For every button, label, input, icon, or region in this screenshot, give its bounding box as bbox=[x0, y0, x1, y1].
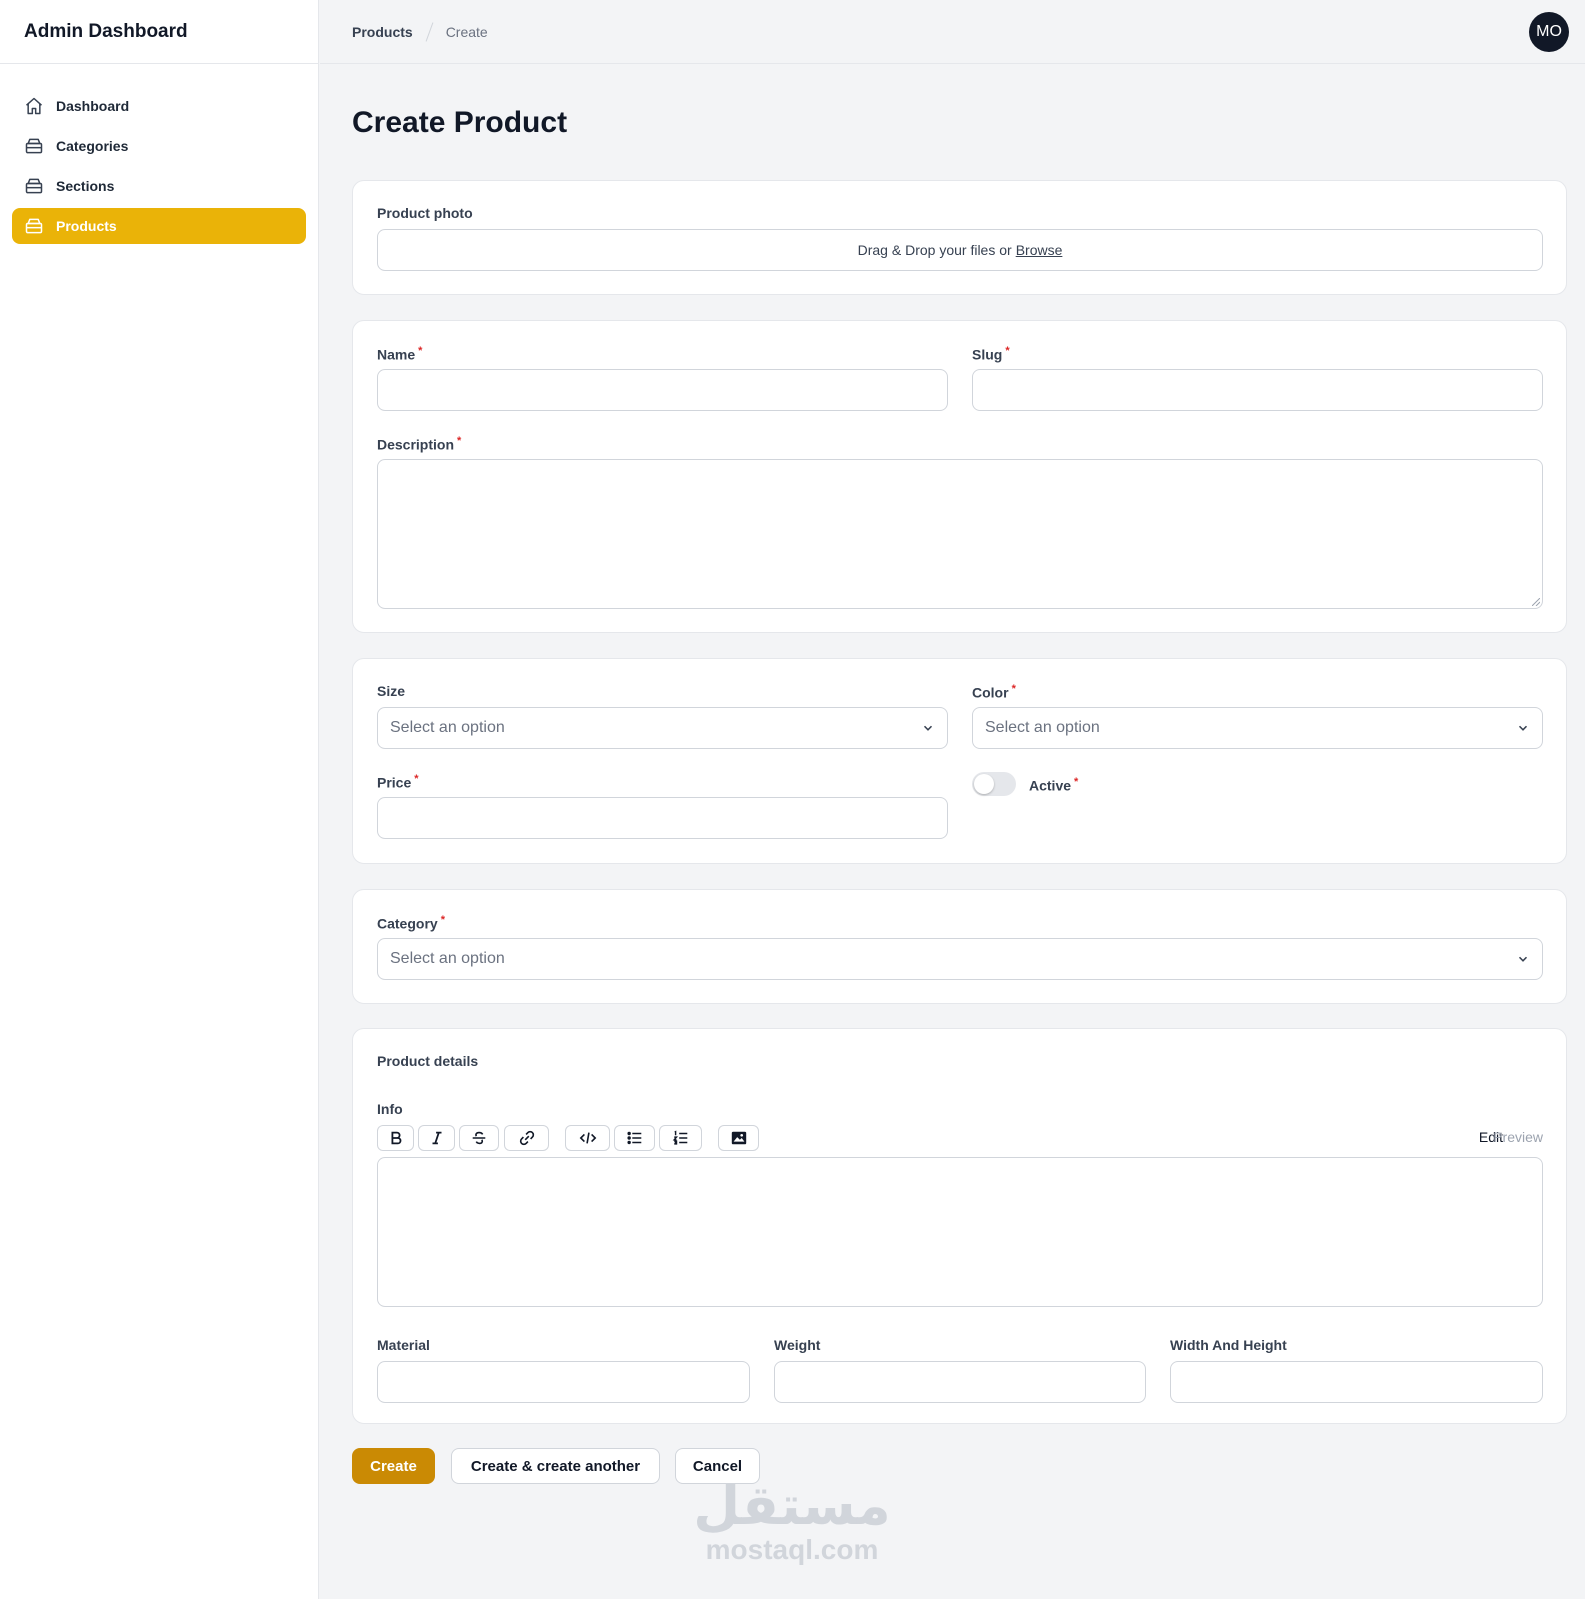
slug-label: Slug * bbox=[972, 345, 1010, 363]
form-actions: Create Create & create another Cancel bbox=[352, 1448, 1567, 1484]
material-label: Material bbox=[377, 1337, 430, 1353]
sidebar-item-dashboard[interactable]: Dashboard bbox=[12, 88, 306, 124]
breadcrumb: Products Create bbox=[352, 21, 488, 42]
basic-info-card: Name * Slug * Description * bbox=[352, 320, 1567, 633]
link-icon bbox=[519, 1130, 534, 1146]
size-select[interactable]: Select an option bbox=[377, 707, 948, 749]
name-input[interactable] bbox=[377, 369, 948, 411]
info-editor[interactable] bbox=[377, 1157, 1543, 1307]
dropzone-text: Drag & Drop your files or bbox=[857, 242, 1012, 258]
attributes-card: Size Select an option Color * Select an o… bbox=[352, 658, 1567, 864]
breadcrumb-products[interactable]: Products bbox=[352, 24, 413, 40]
product-details-card: Product details Info Edit Preview Materi… bbox=[352, 1028, 1567, 1424]
sidebar-item-label: Sections bbox=[56, 178, 115, 194]
category-label: Category * bbox=[377, 914, 445, 932]
sidebar-item-label: Products bbox=[56, 218, 117, 234]
width-height-label: Width And Height bbox=[1170, 1337, 1287, 1353]
bold-button[interactable] bbox=[377, 1125, 414, 1151]
ordered-list-icon bbox=[672, 1130, 687, 1145]
category-card: Category * Select an option bbox=[352, 889, 1567, 1004]
archive-box-icon bbox=[25, 178, 43, 194]
width-height-input[interactable] bbox=[1170, 1361, 1543, 1403]
breadcrumb-create: Create bbox=[445, 23, 488, 40]
italic-button[interactable] bbox=[418, 1125, 455, 1151]
material-input[interactable] bbox=[377, 1361, 750, 1403]
sidebar-item-products[interactable]: Products bbox=[12, 208, 306, 244]
sidebar-item-label: Dashboard bbox=[56, 98, 130, 114]
avatar[interactable]: MO bbox=[1529, 12, 1569, 52]
product-details-heading: Product details bbox=[377, 1053, 479, 1069]
topbar: Products Create MO bbox=[320, 0, 1585, 64]
product-photo-card: Product photo Drag & Drop your files or … bbox=[352, 180, 1567, 295]
create-another-button[interactable]: Create & create another bbox=[451, 1448, 660, 1484]
chevron-down-icon bbox=[923, 725, 933, 731]
watermark-arabic: مستقل bbox=[693, 1474, 891, 1537]
image-button[interactable] bbox=[718, 1125, 759, 1151]
color-select-placeholder: Select an option bbox=[985, 719, 1100, 736]
color-select[interactable]: Select an option bbox=[972, 707, 1543, 749]
description-label: Description * bbox=[377, 435, 462, 453]
image-icon bbox=[731, 1131, 746, 1145]
link-button[interactable] bbox=[504, 1125, 549, 1151]
color-label: Color * bbox=[972, 683, 1016, 701]
archive-box-icon bbox=[25, 138, 43, 154]
category-select[interactable]: Select an option bbox=[377, 938, 1543, 980]
sidebar-item-sections[interactable]: Sections bbox=[12, 168, 306, 204]
category-select-placeholder: Select an option bbox=[390, 950, 505, 967]
name-label: Name * bbox=[377, 345, 423, 363]
toggle-knob bbox=[974, 774, 994, 794]
sidebar-item-categories[interactable]: Categories bbox=[12, 128, 306, 164]
strikethrough-button[interactable] bbox=[459, 1125, 499, 1151]
sidebar-item-label: Categories bbox=[56, 138, 129, 154]
editor-tab-preview[interactable]: Preview bbox=[1493, 1129, 1543, 1145]
brand-title: Admin Dashboard bbox=[0, 0, 318, 64]
italic-icon bbox=[432, 1131, 441, 1145]
bullet-list-icon bbox=[626, 1131, 641, 1145]
product-photo-dropzone[interactable]: Drag & Drop your files or Browse bbox=[377, 229, 1543, 271]
bullet-list-button[interactable] bbox=[614, 1125, 655, 1151]
main-content: Create Product Product photo Drag & Drop… bbox=[352, 64, 1567, 1484]
description-textarea[interactable] bbox=[377, 459, 1543, 609]
product-photo-label: Product photo bbox=[377, 205, 473, 221]
strikethrough-icon bbox=[472, 1131, 486, 1145]
editor-toolbar: Edit Preview bbox=[377, 1125, 1543, 1151]
bold-icon bbox=[391, 1131, 401, 1145]
size-label: Size bbox=[377, 683, 406, 699]
weight-label: Weight bbox=[774, 1337, 821, 1353]
code-button[interactable] bbox=[565, 1125, 610, 1151]
size-select-placeholder: Select an option bbox=[390, 719, 505, 736]
ordered-list-button[interactable] bbox=[659, 1125, 702, 1151]
active-label: Active * bbox=[1029, 776, 1079, 794]
breadcrumb-separator bbox=[425, 21, 434, 42]
weight-input[interactable] bbox=[774, 1361, 1146, 1403]
archive-box-icon bbox=[25, 218, 43, 234]
sidebar-nav: Dashboard Categories Sections Products bbox=[0, 64, 318, 272]
price-label: Price * bbox=[377, 773, 419, 791]
home-icon bbox=[26, 97, 42, 115]
create-button[interactable]: Create bbox=[352, 1448, 435, 1484]
sidebar: Admin Dashboard Dashboard Categories Sec… bbox=[0, 0, 319, 1599]
slug-input[interactable] bbox=[972, 369, 1543, 411]
watermark: مستقل mostaql.com bbox=[692, 1478, 892, 1566]
price-input[interactable] bbox=[377, 797, 948, 839]
info-label: Info bbox=[377, 1101, 403, 1117]
browse-link[interactable]: Browse bbox=[1016, 242, 1063, 258]
watermark-latin: mostaql.com bbox=[705, 1534, 879, 1565]
active-toggle[interactable] bbox=[972, 772, 1016, 796]
chevron-down-icon bbox=[1518, 956, 1528, 962]
code-icon bbox=[579, 1132, 596, 1144]
chevron-down-icon bbox=[1518, 725, 1528, 731]
page-title: Create Product bbox=[352, 106, 568, 139]
resize-handle-icon[interactable] bbox=[1532, 598, 1540, 606]
